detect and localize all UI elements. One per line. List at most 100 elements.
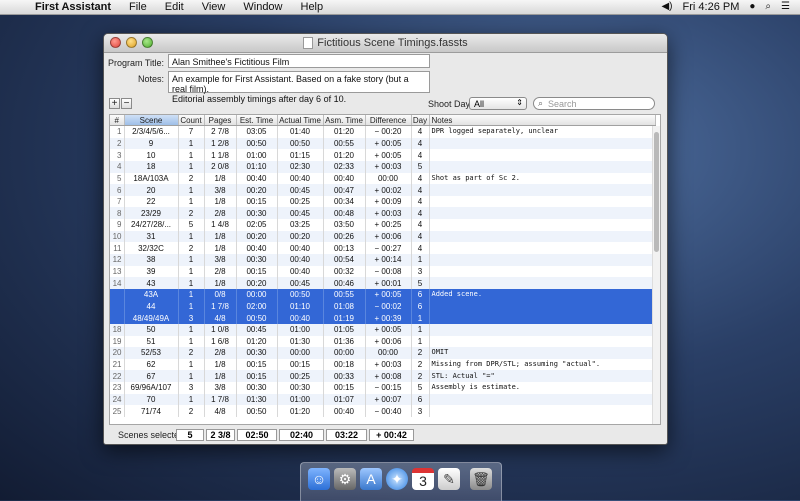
document-window: Fictitious Scene Timings.fassts Program … [103, 33, 668, 445]
table-row[interactable]: 1 2/3/4/5/6... 7 2 7/8 03:05 01:40 01:20− 00:2… [110, 125, 656, 138]
cell-notes: Assembly is estimate. [429, 382, 656, 394]
col-header-day[interactable]: Day [411, 115, 430, 126]
shoot-day-select[interactable]: All ⇕ [469, 97, 527, 110]
cell-scene: 2/3/4/5/6... [124, 125, 179, 138]
chevron-updown-icon: ⇕ [516, 98, 523, 107]
calendar-icon[interactable]: 3 [412, 468, 434, 490]
close-button[interactable] [110, 37, 121, 48]
search-field[interactable]: ⌕ Search [533, 97, 655, 110]
remove-scene-button[interactable]: − [121, 98, 132, 109]
scrollbar-thumb[interactable] [654, 132, 659, 252]
add-scene-button[interactable]: + [109, 98, 120, 109]
trash-icon[interactable]: 🗑 [470, 468, 492, 490]
table-row[interactable]: 19 51 1 1 6/8 01:20 01:30 01:36 + 00:06 1 [110, 335, 656, 348]
window-titlebar[interactable]: Fictitious Scene Timings.fassts [104, 34, 667, 53]
row-number: 1 [110, 125, 125, 138]
col-header-actual-time[interactable]: Actual Time [277, 115, 324, 126]
table-row[interactable]: 48/49/49A 3 4/8 00:50 00:40 01:19 + 00:39 1 [110, 312, 656, 324]
table-row[interactable]: 18 50 1 1 0/8 00:45 01:00 01:05 + 00:05 1 [110, 323, 656, 336]
menu-view[interactable]: View [193, 0, 235, 14]
table-row[interactable]: 44 1 1 7/8 02:00 01:10 01:08− 00:02 6 [110, 300, 656, 313]
search-placeholder: Search [548, 99, 577, 109]
cell-asm-time: 00:55 [323, 288, 366, 301]
cell-est-time: 03:05 [236, 125, 278, 138]
notes-field[interactable]: An example for First Assistant. Based on… [168, 71, 430, 104]
cell-pages: 4/8 [204, 312, 237, 324]
textedit-icon[interactable]: ✎ [438, 468, 460, 490]
cell-asm-time: 00:33 [323, 370, 366, 383]
cell-day: 4 [411, 207, 430, 220]
col-header-scene[interactable]: Scene [124, 115, 179, 126]
cell-asm-time: 00:46 [323, 277, 366, 289]
cell-pages: 3/8 [204, 184, 237, 196]
menu-window[interactable]: Window [234, 0, 291, 14]
col-header-number[interactable]: # [110, 115, 125, 126]
col-header-notes[interactable]: Notes [429, 115, 656, 126]
list-icon[interactable]: ☰ [781, 0, 790, 14]
row-number: 9 [110, 219, 125, 231]
col-header-count[interactable]: Count [178, 115, 205, 126]
scene-table[interactable]: # Scene Count Pages Est. Time Actual Tim… [109, 114, 661, 425]
user-icon[interactable]: ● [749, 0, 755, 14]
safari-icon[interactable]: ✦ [386, 468, 408, 490]
notes-line-1: An example for First Assistant. Based on… [172, 74, 409, 94]
table-row[interactable]: 10 31 1 1/8 00:20 00:20 00:26 + 00:06 4 [110, 230, 656, 243]
zoom-button[interactable] [142, 37, 153, 48]
cell-scene: 24/27/28/... [124, 219, 179, 231]
table-scrollbar[interactable] [652, 126, 660, 424]
table-row[interactable]: 8 23/29 2 2/8 00:30 00:45 00:48 + 00:03 4 [110, 207, 656, 220]
cell-est-time: 00:50 [236, 405, 278, 418]
spotlight-icon[interactable]: ⌕ [765, 0, 771, 14]
cell-pages: 1 2/8 [204, 137, 237, 150]
cell-scene: 67 [124, 370, 179, 383]
cell-notes: OMIT [429, 347, 656, 359]
col-header-difference[interactable]: Difference [365, 115, 412, 126]
table-row[interactable]: 4 18 1 2 0/8 01:10 02:30 02:33 + 00:03 5 [110, 160, 656, 173]
program-title-field[interactable]: Alan Smithee's Fictitious Film [168, 54, 430, 68]
program-title-label: Program Title: [107, 58, 164, 68]
menu-app-name[interactable]: First Assistant [26, 0, 120, 14]
table-row[interactable]: 24 70 1 1 7/8 01:30 01:00 01:07 + 00:07 6 [110, 393, 656, 406]
col-header-asm-time[interactable]: Asm. Time [323, 115, 366, 126]
row-number: 14 [110, 277, 125, 289]
cell-notes [429, 219, 656, 231]
table-row[interactable]: 23 69/96A/107 3 3/8 00:30 00:30 00:15− 00:15 5 A… [110, 382, 656, 394]
table-row[interactable]: 21 62 1 1/8 00:15 00:15 00:18 + 00:03 2 Missing f… [110, 358, 656, 371]
cell-count: 2 [178, 172, 205, 185]
cell-notes [429, 300, 656, 313]
system-prefs-icon[interactable]: ⚙ [334, 468, 356, 490]
menu-edit[interactable]: Edit [156, 0, 193, 14]
cell-notes [429, 312, 656, 324]
menu-clock[interactable]: Fri 4:26 PM [683, 0, 740, 14]
table-row[interactable]: 9 24/27/28/... 5 1 4/8 02:05 03:25 03:50 + 00:2… [110, 219, 656, 231]
table-row[interactable]: 22 67 1 1/8 00:15 00:25 00:33 + 00:08 2 STL: Actu… [110, 370, 656, 383]
row-number: 20 [110, 347, 125, 359]
cell-est-time: 00:20 [236, 184, 278, 196]
table-row[interactable]: 7 22 1 1/8 00:15 00:25 00:34 + 00:09 4 [110, 195, 656, 208]
table-row[interactable]: 3 10 1 1 1/8 01:00 01:15 01:20 + 00:05 4 [110, 149, 656, 161]
table-row[interactable]: 20 52/53 2 2/8 00:30 00:00 00:00 00:00 2 OMIT [110, 347, 656, 359]
col-header-pages[interactable]: Pages [204, 115, 237, 126]
table-row[interactable]: 6 20 1 3/8 00:20 00:45 00:47 + 00:02 4 [110, 184, 656, 196]
finder-icon[interactable]: ☺ [308, 468, 330, 490]
cell-count: 1 [178, 277, 205, 289]
cell-scene: 18 [124, 160, 179, 173]
cell-notes [429, 405, 656, 418]
table-row[interactable]: 11 32/32C 2 1/8 00:40 00:40 00:13− 00:27 4 [110, 242, 656, 255]
col-header-est-time[interactable]: Est. Time [236, 115, 278, 126]
table-row[interactable]: 5 18A/103A 2 1/8 00:40 00:40 00:40 00:00 4 Shot a… [110, 172, 656, 185]
volume-icon[interactable]: ◀) [661, 0, 672, 14]
table-row[interactable]: 14 43 1 1/8 00:20 00:45 00:46 + 00:01 5 [110, 277, 656, 289]
menu-help[interactable]: Help [292, 0, 333, 14]
first-assistant-icon[interactable]: A [360, 468, 382, 490]
row-number: 22 [110, 370, 125, 383]
menu-file[interactable]: File [120, 0, 156, 14]
cell-est-time: 00:15 [236, 195, 278, 208]
table-row[interactable]: 13 39 1 2/8 00:15 00:40 00:32− 00:08 3 [110, 265, 656, 278]
minimize-button[interactable] [126, 37, 137, 48]
table-row[interactable]: 12 38 1 3/8 00:30 00:40 00:54 + 00:14 1 [110, 254, 656, 266]
table-row[interactable]: 2911 2/8 00:50 00:50 00:55 + 00:05 4 [110, 137, 656, 150]
table-row[interactable]: 25 71/74 2 4/8 00:50 01:20 00:40− 00:40 3 [110, 405, 656, 418]
cell-pages: 2/8 [204, 265, 237, 278]
table-row[interactable]: 43A 1 0/8 00:00 00:50 00:55 + 00:05 6 Added scen… [110, 288, 656, 301]
